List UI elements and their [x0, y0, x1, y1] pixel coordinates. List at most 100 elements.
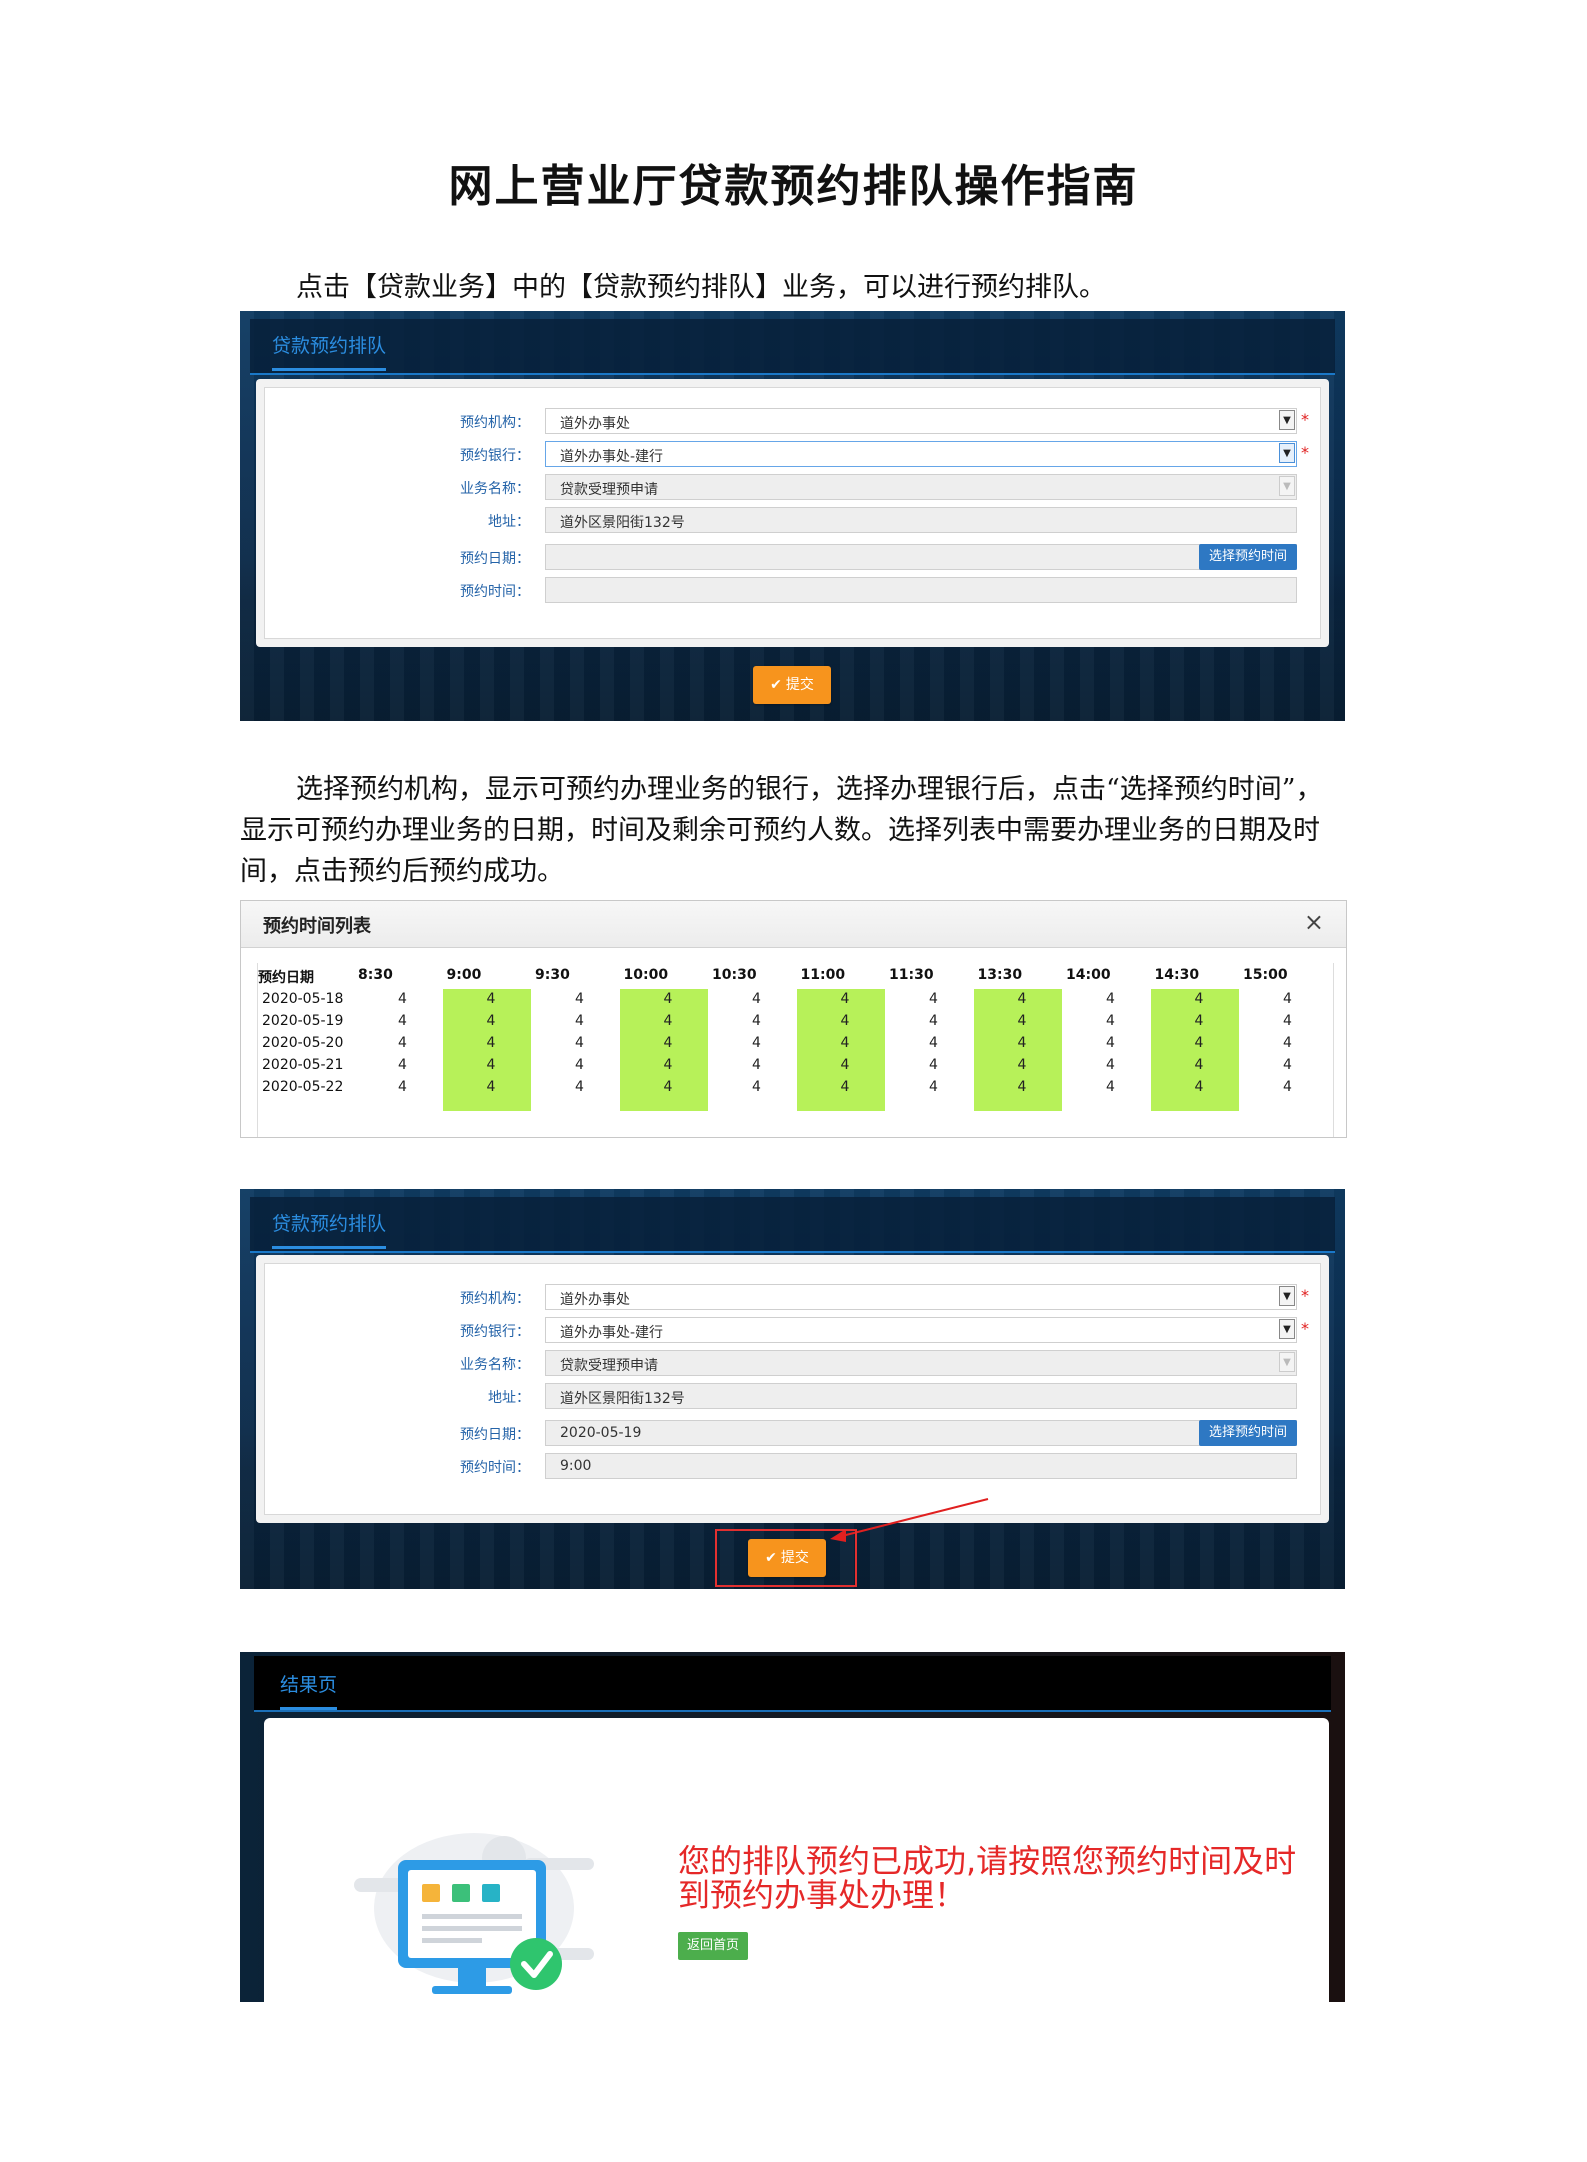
- time-field[interactable]: [545, 577, 1297, 603]
- slot-count-cell[interactable]: 4: [1195, 1035, 1204, 1051]
- dialog-title: 预约时间列表: [263, 916, 371, 937]
- slot-count-cell[interactable]: 4: [664, 1013, 673, 1029]
- slot-header: 10:00: [623, 967, 669, 983]
- submit-button[interactable]: ✔ 提交: [753, 666, 831, 704]
- biz-select[interactable]: 贷款受理预申请: [545, 474, 1297, 500]
- instruction-line-2: 显示可预约办理业务的日期，时间及剩余可预约人数。选择列表中需要办理业务的日期及时: [240, 815, 1320, 846]
- org-row: 预约机构： 道外办事处 ▼ *: [265, 1284, 1320, 1312]
- slot-count-cell[interactable]: 4: [929, 991, 938, 1007]
- tab-loan-queue[interactable]: 贷款预约排队: [272, 331, 387, 371]
- submit-button[interactable]: ✔ 提交: [748, 1539, 826, 1577]
- slot-count-cell[interactable]: 4: [1018, 991, 1027, 1007]
- slot-count-cell[interactable]: 4: [752, 1035, 761, 1051]
- bank-select[interactable]: 道外办事处-建行: [545, 1317, 1297, 1343]
- slot-count-cell[interactable]: 4: [1106, 1013, 1115, 1029]
- slot-header: 9:00: [446, 967, 482, 983]
- form-body: 预约机构： 道外办事处 ▼ * 预约银行： 道外办事处-建行 ▼ * 业务名称：…: [264, 1263, 1321, 1515]
- close-icon[interactable]: ×: [1304, 908, 1324, 936]
- slot-count-cell[interactable]: 4: [575, 991, 584, 1007]
- slot-count-cell[interactable]: 4: [487, 1035, 496, 1051]
- slot-count-cell[interactable]: 4: [575, 1013, 584, 1029]
- chevron-down-icon[interactable]: ▼: [1279, 410, 1295, 430]
- date-cell: 2020-05-20: [262, 1035, 344, 1051]
- slot-count-cell[interactable]: 4: [487, 1079, 496, 1095]
- slot-count-cell[interactable]: 4: [929, 1079, 938, 1095]
- slot-count-cell[interactable]: 4: [752, 1057, 761, 1073]
- slot-count-cell[interactable]: 4: [929, 1013, 938, 1029]
- date-field[interactable]: 2020-05-19: [545, 1420, 1297, 1446]
- slot-count-cell[interactable]: 4: [398, 1057, 407, 1073]
- success-message: 您的排队预约已成功,请按照您预约时间及时到预约办事处办理！: [678, 1842, 1297, 1914]
- slot-count-cell[interactable]: 4: [1018, 1035, 1027, 1051]
- slot-count-cell[interactable]: 4: [1283, 1035, 1292, 1051]
- time-slot-table: 预约日期 8:30 9:00 9:30 10:00 10:30 11:00 11:30 13:3…: [257, 963, 1334, 1137]
- addr-row: 地址： 道外区景阳街132号: [265, 1383, 1320, 1411]
- slot-count-cell[interactable]: 4: [398, 991, 407, 1007]
- slot-count-cell[interactable]: 4: [1106, 991, 1115, 1007]
- org-label: 预约机构：: [460, 1291, 530, 1307]
- slot-count-cell[interactable]: 4: [752, 1079, 761, 1095]
- slot-count-cell[interactable]: 4: [752, 991, 761, 1007]
- slot-count-cell[interactable]: 4: [1283, 1079, 1292, 1095]
- back-home-button[interactable]: 返回首页: [678, 1932, 748, 1960]
- chevron-down-icon[interactable]: ▼: [1279, 1319, 1295, 1339]
- pick-time-button[interactable]: 选择预约时间: [1199, 544, 1297, 570]
- slot-count-cell[interactable]: 4: [1283, 991, 1292, 1007]
- slot-header: 11:30: [889, 967, 934, 983]
- slot-count-cell[interactable]: 4: [1283, 1013, 1292, 1029]
- slot-count-cell[interactable]: 4: [1106, 1035, 1115, 1051]
- slot-count-cell[interactable]: 4: [398, 1035, 407, 1051]
- slot-count-cell[interactable]: 4: [929, 1057, 938, 1073]
- addr-field: 道外区景阳街132号: [545, 507, 1297, 533]
- org-select[interactable]: 道外办事处: [545, 1284, 1297, 1310]
- intro-text: 点击【贷款业务】中的【贷款预约排队】业务，可以进行预约排队。: [296, 272, 1106, 303]
- chevron-down-icon[interactable]: ▼: [1279, 443, 1295, 463]
- bank-select[interactable]: 道外办事处-建行: [545, 441, 1297, 467]
- dialog-header: 预约时间列表 ×: [241, 901, 1346, 948]
- required-mark: *: [1301, 1319, 1309, 1338]
- date-field[interactable]: [545, 544, 1297, 570]
- slot-count-cell[interactable]: 4: [575, 1035, 584, 1051]
- slot-count-cell[interactable]: 4: [1195, 1013, 1204, 1029]
- slot-count-cell[interactable]: 4: [752, 1013, 761, 1029]
- slot-count-cell[interactable]: 4: [1195, 1079, 1204, 1095]
- date-cell: 2020-05-21: [262, 1057, 344, 1073]
- pick-time-button[interactable]: 选择预约时间: [1199, 1420, 1297, 1446]
- org-select[interactable]: 道外办事处: [545, 408, 1297, 434]
- chevron-down-icon[interactable]: ▼: [1279, 1286, 1295, 1306]
- slot-count-cell[interactable]: 4: [841, 1079, 850, 1095]
- slot-count-cell[interactable]: 4: [929, 1035, 938, 1051]
- slot-count-cell[interactable]: 4: [841, 991, 850, 1007]
- slot-count-cell[interactable]: 4: [487, 1013, 496, 1029]
- slot-count-cell[interactable]: 4: [664, 1057, 673, 1073]
- slot-count-cell[interactable]: 4: [1018, 1079, 1027, 1095]
- slot-count-cell[interactable]: 4: [1195, 991, 1204, 1007]
- chevron-down-icon: ▼: [1279, 1352, 1295, 1372]
- slot-count-cell[interactable]: 4: [1195, 1057, 1204, 1073]
- slot-count-cell[interactable]: 4: [841, 1057, 850, 1073]
- time-field[interactable]: 9:00: [545, 1453, 1297, 1479]
- slot-count-cell[interactable]: 4: [664, 991, 673, 1007]
- slot-count-cell[interactable]: 4: [1283, 1057, 1292, 1073]
- result-page-screenshot: 结果页 您的排队预约已成功,请按照您预约时间及时到预约办事处办理！ 返回首页: [240, 1652, 1345, 2002]
- slot-count-cell[interactable]: 4: [841, 1035, 850, 1051]
- biz-select[interactable]: 贷款受理预申请: [545, 1350, 1297, 1376]
- slot-count-cell[interactable]: 4: [575, 1057, 584, 1073]
- slot-count-cell[interactable]: 4: [575, 1079, 584, 1095]
- slot-count-cell[interactable]: 4: [1018, 1013, 1027, 1029]
- slot-count-cell[interactable]: 4: [841, 1013, 850, 1029]
- slot-count-cell[interactable]: 4: [664, 1035, 673, 1051]
- slot-header: 9:30: [535, 967, 570, 983]
- slot-count-cell[interactable]: 4: [398, 1079, 407, 1095]
- slot-count-cell[interactable]: 4: [1106, 1079, 1115, 1095]
- tab-result[interactable]: 结果页: [280, 1670, 338, 1710]
- slot-count-cell[interactable]: 4: [398, 1013, 407, 1029]
- slot-count-cell[interactable]: 4: [1018, 1057, 1027, 1073]
- slot-count-cell[interactable]: 4: [487, 1057, 496, 1073]
- chevron-down-icon: ▼: [1279, 476, 1295, 496]
- tab-loan-queue[interactable]: 贷款预约排队: [272, 1209, 387, 1249]
- slot-count-cell[interactable]: 4: [1106, 1057, 1115, 1073]
- slot-count-cell[interactable]: 4: [664, 1079, 673, 1095]
- form-body: 预约机构： 道外办事处 ▼ * 预约银行： 道外办事处-建行 ▼ * 业务名称：…: [264, 387, 1321, 639]
- slot-count-cell[interactable]: 4: [487, 991, 496, 1007]
